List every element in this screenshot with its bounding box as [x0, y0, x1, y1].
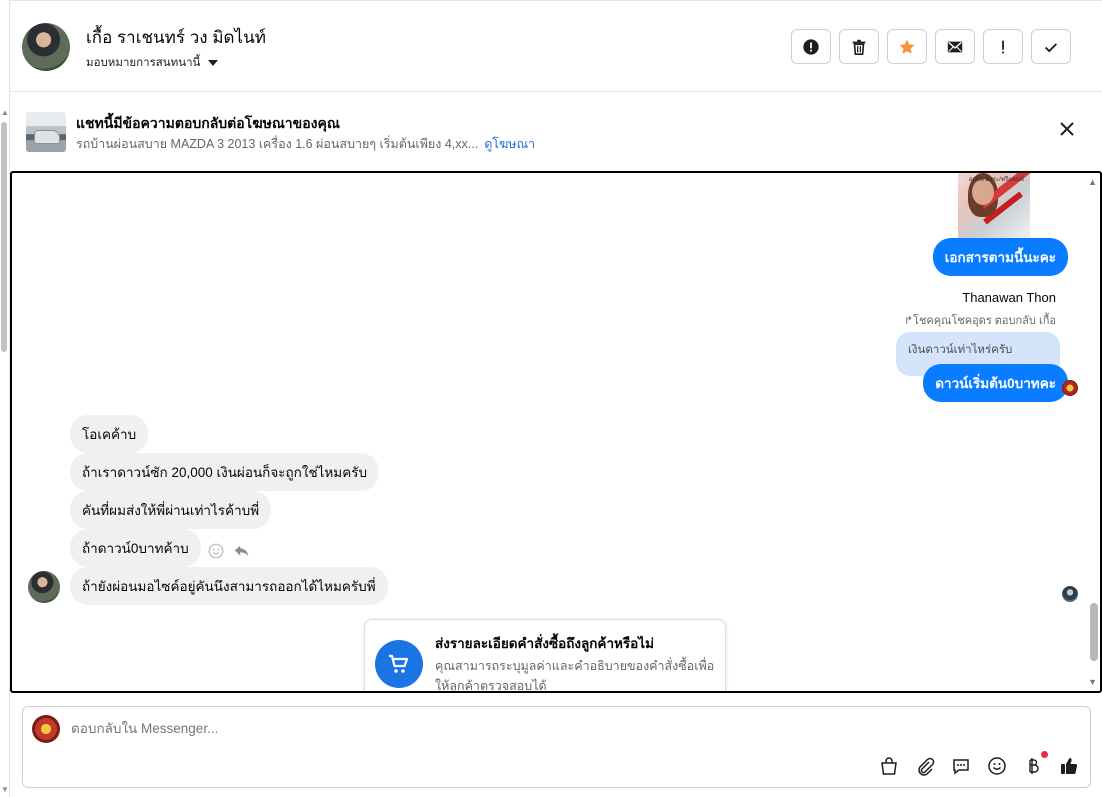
follow-up-button[interactable]	[983, 29, 1023, 64]
like-button[interactable]	[1058, 755, 1080, 777]
reply-note: ↱โชคคุณโชคอุดร ตอบกลับ เกื้อ	[903, 315, 1056, 327]
saved-reply-icon	[953, 759, 969, 775]
spam-button[interactable]	[791, 29, 831, 64]
message-thread[interactable]: อาชีพ อิสระ/ฟรีแลนซ์ เอกสารตามนี้นะคะ Th…	[10, 171, 1102, 693]
sender-name: Thanawan Thon	[962, 290, 1056, 305]
emoji-icon	[988, 757, 1006, 775]
check-icon	[1044, 42, 1058, 52]
alert-circle-icon	[803, 38, 819, 55]
scrollbar-thumb[interactable]	[1, 122, 7, 352]
incoming-message[interactable]: ถ้าดาวน์0บาทค้าบ	[70, 529, 201, 567]
shopping-bag-button[interactable]	[878, 755, 900, 777]
chat-scrollbar-thumb[interactable]	[1090, 603, 1098, 661]
mark-unread-button[interactable]	[935, 29, 975, 64]
scroll-down-arrow-icon[interactable]: ▼	[1, 785, 9, 794]
incoming-message[interactable]: ถ้ายังผ่อนมอไซค์อยู่คันนึงสามารถออกได้ไห…	[70, 567, 388, 605]
star-icon	[899, 39, 915, 54]
message-actions	[207, 542, 251, 560]
seen-avatar	[1062, 380, 1078, 396]
payment-button[interactable]	[1022, 751, 1048, 777]
image-caption: อาชีพ อิสระ/ฟรีแลนซ์	[968, 177, 1024, 183]
ad-banner-title: แชทนี้มีข้อความตอบกลับต่อโฆษณาของคุณ	[76, 115, 340, 131]
scroll-down-arrow-icon[interactable]: ▼	[1088, 677, 1097, 687]
emoji-button[interactable]	[986, 755, 1008, 777]
incoming-message[interactable]: โอเคค้าบ	[70, 415, 149, 453]
cart-icon	[375, 640, 423, 688]
left-scrollbar[interactable]: ▲ ▼	[0, 0, 10, 797]
reply-input[interactable]	[71, 721, 671, 736]
ad-reply-banner: แชทนี้มีข้อความตอบกลับต่อโฆษณาของคุณ รถบ…	[10, 92, 1102, 170]
view-ad-link[interactable]: ดูโฆษณา	[484, 137, 535, 151]
paperclip-icon	[918, 757, 935, 776]
envelope-icon	[947, 41, 963, 52]
reply-icon[interactable]	[233, 542, 251, 560]
attach-button[interactable]	[914, 755, 936, 777]
done-button[interactable]	[1031, 29, 1071, 64]
image-message[interactable]: อาชีพ อิสระ/ฟรีแลนซ์	[958, 173, 1030, 239]
assign-conversation-dropdown[interactable]: มอบหมายการสนทนานี้	[86, 54, 219, 72]
close-icon[interactable]	[1058, 120, 1076, 138]
exclamation-icon	[1002, 40, 1004, 53]
chevron-down-icon	[208, 60, 219, 66]
seen-avatar	[1062, 586, 1078, 602]
header-actions	[791, 29, 1071, 64]
order-card-description: คุณสามารถระบุมูลค่าและคำอธิบายของคำสั่งซ…	[435, 659, 715, 693]
baht-icon	[1029, 758, 1039, 774]
contact-avatar-small[interactable]	[28, 571, 60, 603]
order-details-card[interactable]: ส่งรายละเอียดคำสั่งซื้อถึงลูกค้าหรือไม่ …	[364, 619, 726, 693]
incoming-message[interactable]: คันที่ผมส่งให้พี่ผ่านเท่าไรค้าบพี่	[70, 491, 272, 529]
outgoing-message[interactable]: เอกสารตามนี้นะคะ	[932, 238, 1068, 276]
scroll-up-arrow-icon[interactable]: ▲	[1, 108, 9, 117]
assign-label: มอบหมายการสนทนานี้	[86, 57, 201, 69]
ad-thumbnail[interactable]	[26, 112, 66, 152]
incoming-message[interactable]: ถ้าเราดาวน์ซัก 20,000 เงินผ่อนก็จะถูกใช่…	[70, 453, 380, 491]
contact-avatar[interactable]	[22, 23, 70, 71]
notification-dot	[1041, 751, 1048, 758]
message-composer	[22, 706, 1091, 788]
saved-replies-button[interactable]	[950, 755, 972, 777]
emoji-react-icon[interactable]	[207, 542, 225, 560]
chat-scrollbar[interactable]: ▲ ▼	[1086, 173, 1100, 691]
composer-tools	[878, 751, 1080, 777]
star-button[interactable]	[887, 29, 927, 64]
delete-button[interactable]	[839, 29, 879, 64]
ad-description: รถบ้านผ่อนสบาย MAZDA 3 2013 เครื่อง 1.6 …	[76, 137, 479, 151]
page-avatar	[32, 715, 60, 743]
scroll-up-arrow-icon[interactable]: ▲	[1088, 177, 1097, 187]
order-card-title: ส่งรายละเอียดคำสั่งซื้อถึงลูกค้าหรือไม่	[435, 636, 654, 651]
outgoing-message[interactable]: ดาวน์เริ่มต้น0บาทคะ	[923, 364, 1068, 402]
shopping-bag-icon	[881, 757, 897, 775]
thumbs-up-icon	[1061, 758, 1078, 775]
contact-name[interactable]: เกื้อ ราเชนทร์ วง มิดไนท์	[86, 24, 266, 51]
trash-icon	[852, 39, 866, 55]
conversation-header: เกื้อ ราเชนทร์ วง มิดไนท์ มอบหมายการสนทน…	[10, 0, 1102, 92]
ad-banner-subtitle: รถบ้านผ่อนสบาย MAZDA 3 2013 เครื่อง 1.6 …	[76, 134, 535, 154]
